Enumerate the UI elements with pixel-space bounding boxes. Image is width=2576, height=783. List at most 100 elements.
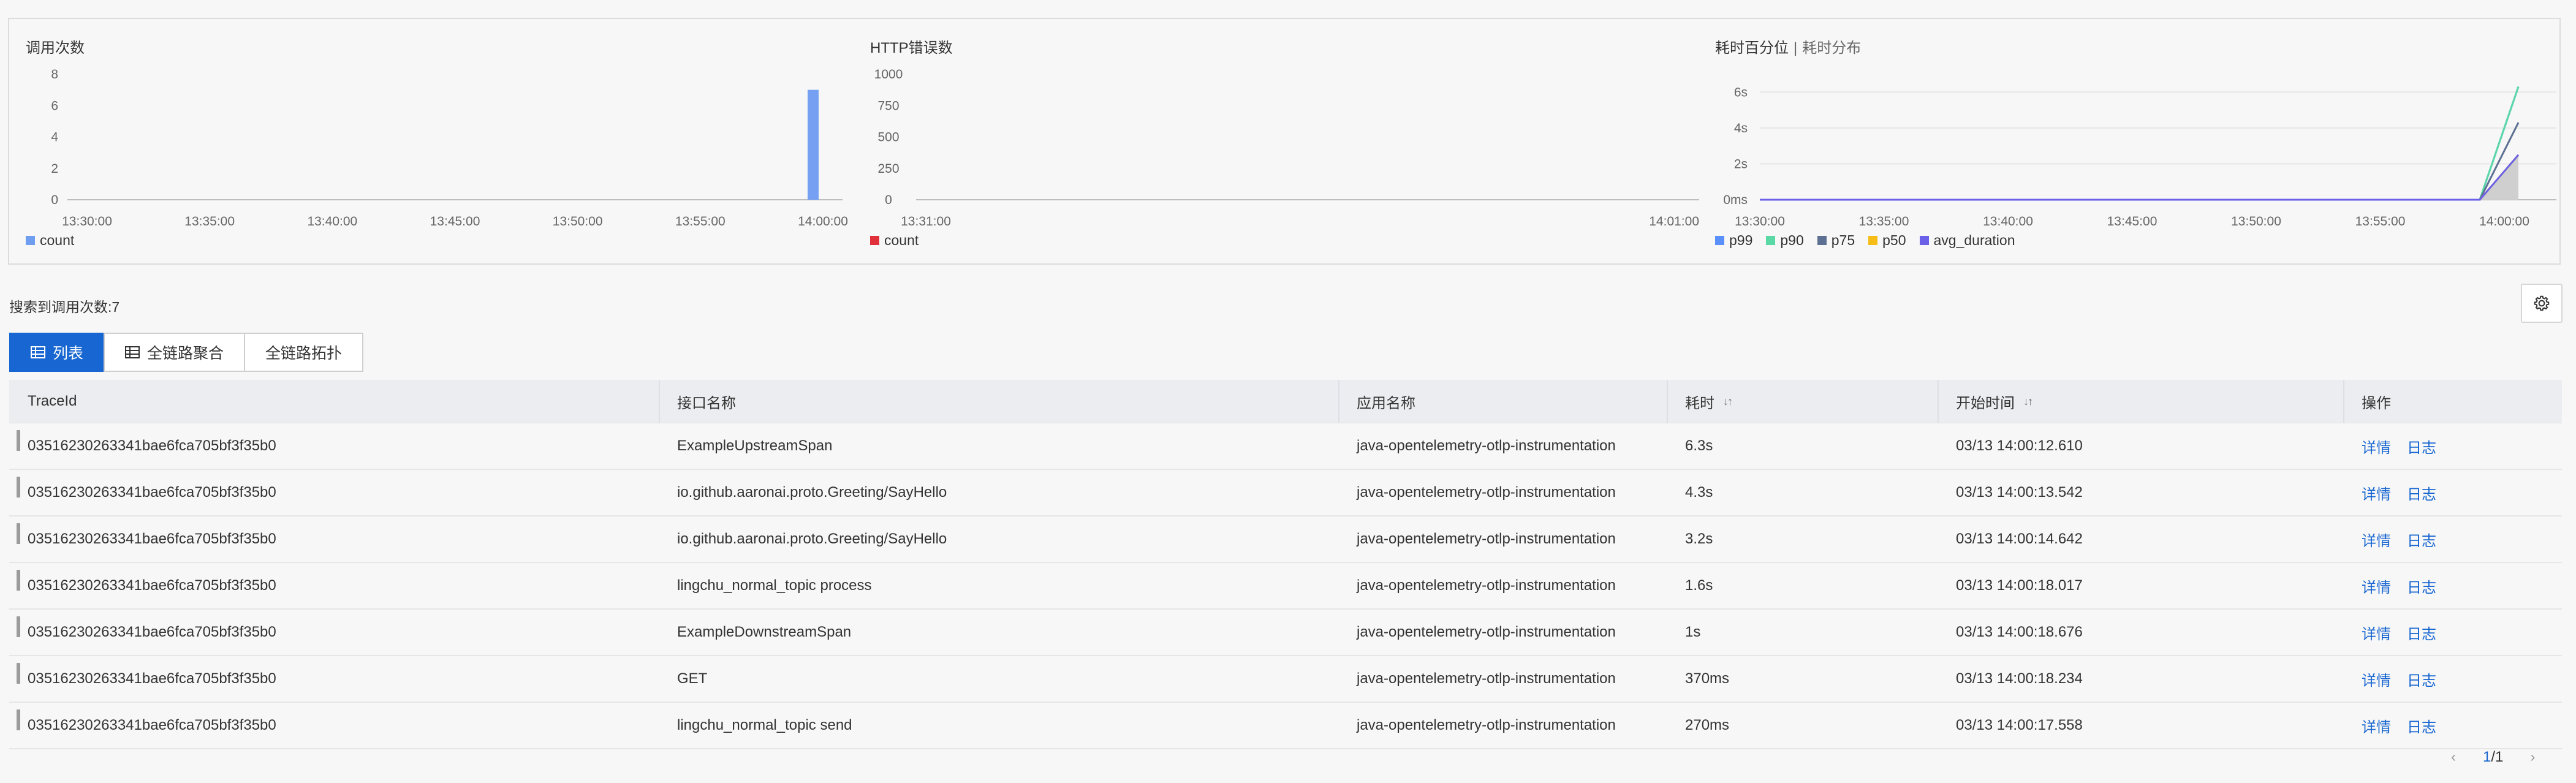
detail-link[interactable]: 详情: [2362, 533, 2391, 550]
legend-swatch: [1919, 236, 1929, 245]
series-line: [1760, 154, 2520, 201]
log-link[interactable]: 日志: [2407, 580, 2436, 596]
cell-app-name: java-opentelemetry-otlp-instrumentation: [1357, 577, 1616, 594]
table-row[interactable]: 03516230263341bae6fca705bf3f35b0 GET java-…: [9, 656, 2562, 703]
cell-api-name: ExampleUpstreamSpan: [677, 437, 833, 454]
tick-label: 13:40:00: [1983, 214, 2033, 229]
prev-page-icon[interactable]: ‹: [2451, 749, 2456, 766]
chart-legend[interactable]: count: [26, 232, 74, 249]
cell-start-time: 03/13 14:00:17.558: [1956, 717, 2083, 733]
tick-label: 13:35:00: [1859, 214, 1909, 229]
traceid-text: 03516230263341bae6fca705bf3f35b0: [28, 577, 276, 594]
header-label: 应用名称: [1357, 395, 1415, 412]
cell-actions: 详情 日志: [2343, 622, 2562, 643]
legend-item[interactable]: p90: [1766, 232, 1804, 249]
header-app-name: 应用名称: [1338, 380, 1667, 423]
tab-full-chain-aggregation[interactable]: 全链路聚合: [104, 333, 246, 372]
log-link[interactable]: 日志: [2407, 533, 2436, 550]
chart-call-count: 调用次数 8 6 4 2 0 13:30:00 13:35:00 13:40:00 13:45:…: [9, 19, 848, 264]
log-link[interactable]: 日志: [2407, 486, 2436, 503]
tick-label: 13:30:00: [1735, 214, 1785, 229]
cell-traceid[interactable]: 03516230263341bae6fca705bf3f35b0: [9, 430, 659, 455]
header-api-name: 接口名称: [659, 380, 1338, 423]
cell-traceid[interactable]: 03516230263341bae6fca705bf3f35b0: [9, 663, 659, 687]
tick-label: 750: [877, 99, 899, 113]
tick-label: 13:30:00: [62, 214, 112, 229]
chart-legend[interactable]: p99 p90 p75 p50 avg_duration: [1715, 232, 2015, 249]
http-errors-plot: 1000 750 500 250 0 13:31:00 14:01:00: [874, 67, 1699, 229]
cell-actions: 详情 日志: [2343, 715, 2562, 736]
tick-label: 13:50:00: [553, 214, 603, 229]
cell-start-time: 03/13 14:00:13.542: [1956, 484, 2083, 501]
tab-full-chain-topology[interactable]: 全链路拓扑: [244, 333, 364, 372]
cell-traceid[interactable]: 03516230263341bae6fca705bf3f35b0: [9, 477, 659, 501]
detail-link[interactable]: 详情: [2362, 719, 2391, 736]
tick-label: 13:55:00: [675, 214, 725, 229]
legend-label: p75: [1831, 232, 1855, 248]
tick-label: 2: [51, 162, 58, 176]
cell-actions: 详情 日志: [2343, 575, 2562, 597]
series-line: [1760, 122, 2520, 201]
next-page-icon[interactable]: ›: [2530, 749, 2535, 766]
traceid-text: 03516230263341bae6fca705bf3f35b0: [28, 670, 276, 687]
tick-label: 2s: [1734, 157, 1748, 171]
legend-item[interactable]: p75: [1817, 232, 1855, 249]
trace-table: TraceId 接口名称 应用名称 耗时 ↓↑ 开始时间 ↓↑ 操作 0351623…: [9, 380, 2562, 749]
cell-traceid[interactable]: 03516230263341bae6fca705bf3f35b0: [9, 709, 659, 734]
legend-swatch: [870, 236, 879, 245]
table-row[interactable]: 03516230263341bae6fca705bf3f35b0 ExampleU…: [9, 423, 2562, 470]
tick-label: 6s: [1734, 85, 1748, 99]
settings-button[interactable]: [2521, 284, 2563, 323]
tab-label: 全链路拓扑: [265, 345, 343, 362]
cell-start-time: 03/13 14:00:18.017: [1956, 577, 2083, 594]
cell-traceid[interactable]: 03516230263341bae6fca705bf3f35b0: [9, 570, 659, 594]
detail-link[interactable]: 详情: [2362, 626, 2391, 643]
tick-label: 8: [51, 67, 58, 81]
cell-duration: 4.3s: [1685, 484, 1713, 501]
cell-start-time: 03/13 14:00:12.610: [1956, 437, 2083, 454]
detail-link[interactable]: 详情: [2362, 486, 2391, 503]
detail-link[interactable]: 详情: [2362, 580, 2391, 596]
table-body: 03516230263341bae6fca705bf3f35b0 ExampleU…: [9, 423, 2562, 749]
table-row[interactable]: 03516230263341bae6fca705bf3f35b0 io.githu…: [9, 470, 2562, 516]
cell-duration: 370ms: [1685, 670, 1730, 687]
cell-traceid[interactable]: 03516230263341bae6fca705bf3f35b0: [9, 523, 659, 548]
header-label: TraceId: [28, 393, 77, 409]
legend-item[interactable]: p50: [1868, 232, 1906, 249]
legend-swatch: [26, 236, 35, 245]
sort-icon[interactable]: ↓↑: [2023, 395, 2033, 408]
detail-link[interactable]: 详情: [2362, 673, 2391, 689]
chart-latency-percentile: 耗时百分位 | 耗时分布 6s 4s 2s 0ms 13:30:00 13:35:00 13:4…: [1699, 19, 2556, 264]
log-link[interactable]: 日志: [2407, 673, 2436, 689]
legend-item[interactable]: p99: [1715, 232, 1752, 249]
tick-label: 0: [51, 193, 58, 207]
traceid-text: 03516230263341bae6fca705bf3f35b0: [28, 484, 276, 501]
chart-legend[interactable]: count: [870, 232, 919, 249]
legend-swatch: [1715, 236, 1724, 245]
tab-list[interactable]: 列表: [9, 333, 105, 372]
detail-link[interactable]: 详情: [2362, 440, 2391, 456]
total-pages: /1: [2491, 749, 2504, 765]
header-start-time[interactable]: 开始时间 ↓↑: [1938, 380, 2343, 423]
log-link[interactable]: 日志: [2407, 440, 2436, 456]
log-link[interactable]: 日志: [2407, 626, 2436, 643]
cell-start-time: 03/13 14:00:14.642: [1956, 531, 2083, 547]
cell-duration: 3.2s: [1685, 531, 1713, 547]
table-row[interactable]: 03516230263341bae6fca705bf3f35b0 ExampleD…: [9, 610, 2562, 656]
header-duration[interactable]: 耗时 ↓↑: [1667, 380, 1938, 423]
legend-item[interactable]: avg_duration: [1919, 232, 2015, 249]
cell-traceid[interactable]: 03516230263341bae6fca705bf3f35b0: [9, 616, 659, 641]
legend-item[interactable]: count: [26, 232, 74, 249]
cell-api-name: ExampleDownstreamSpan: [677, 624, 852, 640]
legend-item[interactable]: count: [870, 232, 919, 249]
table-row[interactable]: 03516230263341bae6fca705bf3f35b0 io.githu…: [9, 516, 2562, 563]
tab-label: 全链路聚合: [147, 345, 224, 362]
cell-api-name: GET: [677, 670, 708, 687]
tick-label: 250: [877, 162, 899, 176]
sort-icon[interactable]: ↓↑: [1723, 395, 1733, 408]
table-row[interactable]: 03516230263341bae6fca705bf3f35b0 lingchu_…: [9, 703, 2562, 749]
log-link[interactable]: 日志: [2407, 719, 2436, 736]
tick-label: 1000: [874, 67, 903, 81]
series-line: [1760, 86, 2520, 201]
table-row[interactable]: 03516230263341bae6fca705bf3f35b0 lingchu_…: [9, 563, 2562, 610]
